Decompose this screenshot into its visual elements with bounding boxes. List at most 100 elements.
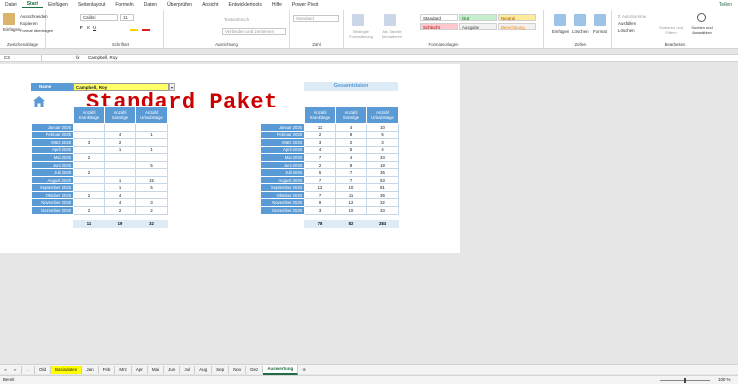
value-cell[interactable]: 11 [335,190,367,200]
value-cell[interactable]: 1 [104,175,136,185]
format-cells-icon[interactable] [594,14,606,26]
value-cell[interactable] [73,175,105,185]
copy-button[interactable]: Kopieren [20,21,38,26]
clear-button[interactable]: Löschen [618,28,635,33]
format-painter-button[interactable]: Format übertragen [20,28,53,33]
value-cell[interactable]: 5 [135,183,168,192]
value-cell[interactable]: 4 [304,145,336,155]
find-select-button[interactable]: Suchen und Auswählen [686,25,718,35]
value-cell[interactable]: 7 [304,190,336,200]
tab-daten[interactable]: Daten [139,2,162,8]
value-cell[interactable]: 2 [135,206,168,215]
value-cell[interactable]: 15 [135,175,168,185]
delete-cells-button[interactable]: Löschen [572,29,589,34]
insert-cells-icon[interactable] [554,14,566,26]
value-cell[interactable]: 7 [304,153,336,162]
value-cell[interactable] [135,168,168,177]
sheet-tab-sep[interactable]: Sep [212,365,230,374]
paste-icon[interactable] [3,13,15,25]
value-cell[interactable]: 5 [135,160,168,170]
sheet-tab-aug[interactable]: Aug [195,365,213,374]
value-cell[interactable]: 81 [366,183,399,192]
conditional-format-icon[interactable] [352,14,364,26]
value-cell[interactable] [135,123,168,132]
value-cell[interactable]: 2 [104,138,136,147]
value-cell[interactable]: 4 [366,145,399,155]
sheet-tab-feb[interactable]: Feb [99,365,116,374]
style-ausgabe[interactable]: Ausgabe [459,23,497,30]
value-cell[interactable] [135,138,168,147]
value-cell[interactable] [73,123,105,132]
paste-button[interactable]: Einfügen [3,27,20,32]
tab-seitenlayout[interactable]: Seitenlayout [73,2,111,8]
tab-entwicklertools[interactable]: Entwicklertools [223,2,266,8]
search-icon[interactable] [697,13,706,22]
tab-einfuegen[interactable]: Einfügen [43,2,73,8]
fill-button[interactable]: Ausfüllen [618,21,636,26]
number-format-select[interactable]: Standard [293,15,339,22]
value-cell[interactable]: 2 [335,138,367,147]
font-size-select[interactable]: 11 [120,14,134,21]
tab-hilfe[interactable]: Hilfe [267,2,287,8]
conditional-format-button[interactable]: Bedingte Formatierung [346,29,376,39]
value-cell[interactable]: 3 [366,138,399,147]
style-gut[interactable]: Gut [459,14,497,21]
tab-formeln[interactable]: Formeln [110,2,138,8]
value-cell[interactable]: 11 [304,123,336,132]
value-cell[interactable]: 5 [304,168,336,177]
bold-button[interactable]: F [80,25,83,30]
sheet-tab-jun[interactable]: Jun [164,365,181,374]
value-cell[interactable]: 9 [304,198,336,207]
value-cell[interactable]: 5 [335,145,367,155]
value-cell[interactable]: 35 [366,168,399,177]
value-cell[interactable]: 2 [73,206,105,215]
format-as-table-icon[interactable] [384,14,396,26]
tab-datei[interactable]: Datei [0,2,22,8]
add-sheet-icon[interactable]: ⊕ [298,366,310,374]
value-cell[interactable]: 2 [73,153,105,162]
value-cell[interactable]: 3 [135,198,168,207]
value-cell[interactable] [73,198,105,207]
sheet-tab-jul[interactable]: Jul [180,365,196,374]
format-cells-button[interactable]: Format [593,29,607,34]
value-cell[interactable]: 10 [335,206,367,215]
value-cell[interactable]: 4 [335,123,367,132]
prev-sheet-icon[interactable]: ◂ [0,366,10,374]
tab-power-pivot[interactable]: Power Pivot [287,2,324,8]
zoom-slider-thumb[interactable] [684,378,686,383]
value-cell[interactable]: 2 [304,160,336,170]
insert-cells-button[interactable]: Einfügen [552,29,569,34]
sheet-tab-auswertung[interactable]: Auswertung [263,364,299,375]
value-cell[interactable]: 10 [335,183,367,192]
sheet-tab-jan[interactable]: Jan [82,365,99,374]
more-sheets-icon[interactable]: … [22,365,36,374]
style-berechnung[interactable]: Berechnung [498,23,536,30]
formula-input[interactable]: Campbell, Roy [88,55,118,60]
value-cell[interactable] [73,145,105,155]
value-cell[interactable]: 33 [366,206,399,215]
value-cell[interactable] [135,190,168,200]
value-cell[interactable]: 4 [104,190,136,200]
value-cell[interactable]: 3 [304,138,336,147]
value-cell[interactable]: 34 [366,153,399,162]
value-cell[interactable]: 5 [366,130,399,140]
fill-color-icon[interactable] [130,25,138,31]
value-cell[interactable]: 3 [304,206,336,215]
font-color-icon[interactable] [142,25,150,31]
value-cell[interactable]: 4 [335,153,367,162]
sheet-tab-apr[interactable]: Apr [132,365,148,374]
value-cell[interactable]: 12 [335,198,367,207]
style-standard[interactable]: Standard [420,14,458,21]
value-cell[interactable]: 8 [335,160,367,170]
value-cell[interactable]: 2 [73,168,105,177]
value-cell[interactable]: 4 [104,130,136,140]
sheet-tab-mai[interactable]: Mai [148,365,165,374]
value-cell[interactable]: 7 [335,175,367,185]
share-button[interactable]: Teilen [714,2,738,8]
value-cell[interactable] [73,160,105,170]
underline-button[interactable]: U [93,25,96,30]
style-schlecht[interactable]: Schlecht [420,23,458,30]
cut-button[interactable]: Ausschneiden [20,14,48,19]
value-cell[interactable] [104,160,136,170]
style-neutral[interactable]: Neutral [498,14,536,21]
